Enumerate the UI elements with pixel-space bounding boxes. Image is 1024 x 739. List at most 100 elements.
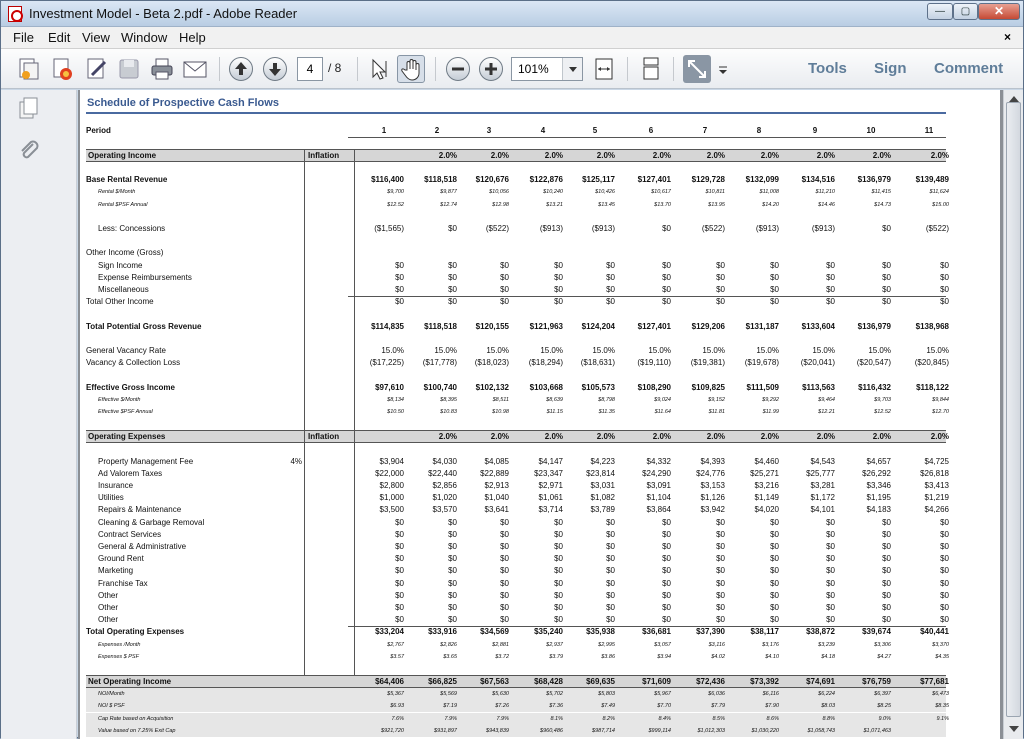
cell-value: $0 xyxy=(770,578,779,588)
table-row: Franchise Tax $0 $0 $0 $0 $0 $0 $0 $0 $0 $0 $0 xyxy=(86,578,949,590)
cell-value: $7.70 xyxy=(657,703,671,710)
zoom-in-icon[interactable] xyxy=(479,57,503,81)
cell-value: $3,216 xyxy=(754,481,779,490)
previous-page-icon[interactable] xyxy=(229,57,253,81)
open-file-icon[interactable] xyxy=(49,55,77,83)
menu-view[interactable]: View xyxy=(82,30,110,45)
print-icon[interactable] xyxy=(148,55,176,83)
vertical-scrollbar[interactable] xyxy=(1003,90,1023,739)
cell-value: $0 xyxy=(662,578,671,588)
close-document-icon[interactable]: × xyxy=(1004,30,1011,44)
tools-pane-link[interactable]: Tools xyxy=(808,60,847,77)
select-tool-icon[interactable] xyxy=(365,55,393,83)
minimize-button[interactable]: — xyxy=(927,3,953,20)
save-icon[interactable] xyxy=(115,55,143,83)
cell-value: 2.0% xyxy=(490,432,509,442)
scrolling-mode-icon[interactable] xyxy=(637,55,665,83)
cell-value: $3,370 xyxy=(932,641,949,648)
cell-value: $0 xyxy=(716,566,725,576)
title-underline xyxy=(86,112,946,114)
scroll-up-icon[interactable] xyxy=(1009,91,1019,102)
cell-value: $0 xyxy=(448,578,457,588)
maximize-button[interactable]: ▢ xyxy=(953,3,978,20)
cell-value: $0 xyxy=(395,554,404,564)
cell-value: $0 xyxy=(554,272,563,282)
close-window-button[interactable]: ✕ xyxy=(978,3,1020,20)
cell-value: $0 xyxy=(662,590,671,600)
edit-document-icon[interactable] xyxy=(83,55,111,83)
cell-value: $10,240 xyxy=(543,189,563,196)
scrollbar-thumb[interactable] xyxy=(1006,102,1021,717)
cell-value: $0 xyxy=(606,285,615,294)
cell-value: $0 xyxy=(395,578,404,588)
cell-value: $77,681 xyxy=(920,677,949,687)
table-row: Other $0 $0 $0 $0 $0 $0 $0 $0 $0 $0 $0 xyxy=(86,590,949,602)
menu-window[interactable]: Window xyxy=(121,30,167,45)
row-label: Effective $PSF Annual xyxy=(98,409,153,415)
cell-value: $3,641 xyxy=(484,505,509,515)
row-label: Expense Reimbursements xyxy=(98,272,192,282)
sign-pane-link[interactable]: Sign xyxy=(874,60,907,77)
cell-value: $15.00 xyxy=(932,201,949,208)
table-row: Vacancy & Collection Loss ($17,225) ($17,7… xyxy=(86,357,949,369)
table-row: Cap Rate based on Acquisition 7.6% 7.9% 7.9… xyxy=(86,712,949,725)
full-screen-icon[interactable] xyxy=(683,55,711,83)
scroll-down-icon[interactable] xyxy=(1009,726,1019,737)
cell-value: $1,061 xyxy=(538,493,563,503)
cell-value: $3,057 xyxy=(654,641,671,648)
table-row: Total Potential Gross Revenue $114,835 $11… xyxy=(86,321,949,333)
menu-edit[interactable]: Edit xyxy=(48,30,70,45)
table-row: Ground Rent $0 $0 $0 $0 $0 $0 $0 $0 $0 $0 $0 xyxy=(86,553,949,565)
cell-value: $4,460 xyxy=(754,456,779,466)
cell-value: $4.18 xyxy=(821,653,835,660)
zoom-select[interactable]: 101% xyxy=(511,57,583,81)
cell-value: $25,777 xyxy=(806,468,835,478)
cell-value: $3,942 xyxy=(700,505,725,515)
menu-file[interactable]: File xyxy=(13,30,34,45)
page-thumbnails-icon[interactable] xyxy=(17,96,41,125)
period-number: 9 xyxy=(812,126,818,135)
cell-value: 7.6% xyxy=(391,715,404,722)
cell-value: ($913) xyxy=(755,224,779,233)
email-icon[interactable] xyxy=(181,55,209,83)
chevron-down-icon[interactable] xyxy=(562,58,582,80)
cell-value: $8.25 xyxy=(877,703,891,710)
table-row: Expenses $ PSF $3.57 $3.65 $3.72 $3.79 $3.86 $… xyxy=(86,651,949,663)
cell-value: $0 xyxy=(448,542,457,551)
toolbar-options-icon[interactable] xyxy=(715,55,731,83)
attachments-icon[interactable] xyxy=(17,138,41,167)
row-label: Insurance xyxy=(98,481,134,490)
cell-value: $9,464 xyxy=(818,396,835,403)
cell-value: $0 xyxy=(716,285,725,294)
cell-value: $3,904 xyxy=(379,456,404,466)
document-view[interactable]: Schedule of Prospective Cash Flows Perio… xyxy=(78,90,1003,739)
cell-value: $129,728 xyxy=(691,175,725,185)
comment-pane-link[interactable]: Comment xyxy=(934,60,1003,77)
cell-value: $0 xyxy=(662,285,671,294)
cell-value: $0 xyxy=(606,297,615,307)
cell-value: $0 xyxy=(554,603,563,612)
cell-value: $2,826 xyxy=(440,641,457,648)
cell-value: ($18,294) xyxy=(528,358,563,368)
zoom-out-icon[interactable] xyxy=(446,57,470,81)
cell-value: $129,206 xyxy=(691,321,725,331)
cell-value: $1,149 xyxy=(754,493,779,503)
cell-value: $10.98 xyxy=(492,409,509,415)
cell-value: $0 xyxy=(500,542,509,551)
cell-value: $0 xyxy=(826,566,835,576)
menu-help[interactable]: Help xyxy=(179,30,206,45)
cell-value: $11.81 xyxy=(708,409,725,415)
fit-page-icon[interactable] xyxy=(590,55,618,83)
cell-value: $0 xyxy=(606,590,615,600)
cell-value: $33,204 xyxy=(375,627,404,637)
next-page-icon[interactable] xyxy=(263,57,287,81)
cell-value: $8.35 xyxy=(935,703,949,710)
cell-value: $34,569 xyxy=(480,627,509,637)
cell-value: 15.0% xyxy=(648,346,671,355)
row-label: Effective Gross Income xyxy=(86,382,175,392)
cell-value: $105,573 xyxy=(581,382,615,392)
create-pdf-icon[interactable] xyxy=(15,55,43,83)
cell-value: ($522) xyxy=(701,224,725,233)
hand-tool-icon[interactable] xyxy=(397,55,425,83)
page-number-input[interactable]: 4 xyxy=(297,57,323,81)
